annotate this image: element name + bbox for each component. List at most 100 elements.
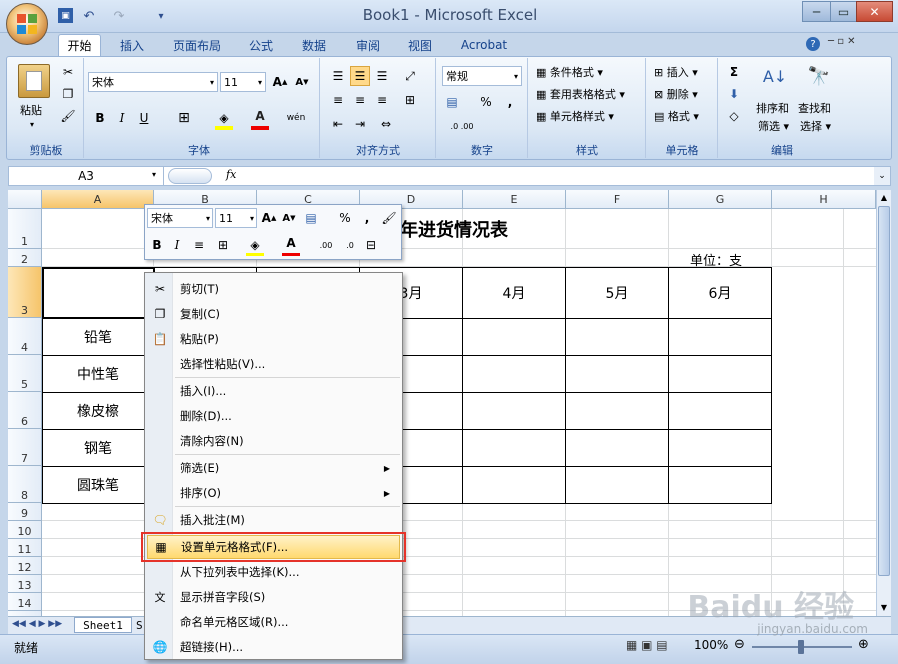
row-header-5[interactable]: 5 bbox=[8, 355, 42, 392]
row-header-1[interactable]: 1 bbox=[8, 209, 42, 249]
paste-icon[interactable] bbox=[18, 64, 50, 98]
autosum-button[interactable]: Σ bbox=[724, 62, 744, 82]
menu-item-sort[interactable]: 排序(O) ▶ bbox=[147, 481, 400, 505]
menu-item-filter[interactable]: 筛选(E) ▶ bbox=[147, 456, 400, 480]
align-bottom-icon[interactable]: ☰ bbox=[372, 66, 392, 86]
fill-color-icon[interactable]: ◈ bbox=[214, 108, 234, 128]
phonetic-icon[interactable]: wén bbox=[282, 108, 310, 128]
mini-border-icon[interactable]: ⊞ bbox=[213, 235, 233, 255]
row-header-10[interactable]: 10 bbox=[8, 521, 42, 539]
zoom-out-icon[interactable]: ⊖ bbox=[734, 637, 745, 652]
mini-accounting-icon[interactable]: ▤ bbox=[301, 208, 321, 228]
wrap-text-icon[interactable]: ⊞ bbox=[400, 90, 420, 110]
menu-item-insert[interactable]: 插入(I)... bbox=[147, 379, 400, 403]
conditional-format-button[interactable]: ▦ 条件格式 ▾ bbox=[536, 64, 603, 80]
mini-increase-decimal-icon[interactable]: .00 bbox=[315, 235, 337, 255]
zoom-slider-thumb[interactable] bbox=[798, 640, 804, 654]
mini-font-color-button[interactable]: A bbox=[281, 233, 301, 253]
align-right-icon[interactable]: ≡ bbox=[372, 90, 392, 110]
column-header-h[interactable]: H bbox=[772, 190, 876, 209]
scroll-down-icon[interactable]: ▼ bbox=[877, 600, 891, 614]
row-header-13[interactable]: 13 bbox=[8, 575, 42, 593]
font-color-button[interactable]: A bbox=[250, 106, 270, 126]
mini-grow-font-icon[interactable]: A ▲ bbox=[259, 208, 279, 228]
align-top-icon[interactable]: ☰ bbox=[328, 66, 348, 86]
tab-acrobat[interactable]: Acrobat bbox=[452, 34, 516, 56]
menu-item-pick-from-list[interactable]: 从下拉列表中选择(K)... bbox=[147, 560, 400, 584]
row-header-3[interactable]: 3 bbox=[8, 267, 42, 318]
insert-cells-button[interactable]: ⊞ 插入 ▾ bbox=[654, 64, 698, 80]
number-format-field[interactable]: 常规 ▾ bbox=[442, 66, 522, 86]
format-as-table-button[interactable]: ▦ 套用表格格式 ▾ bbox=[536, 86, 625, 102]
mini-align-center-icon[interactable]: ≡ bbox=[189, 235, 209, 255]
tab-home[interactable]: 开始 bbox=[58, 34, 101, 56]
minimize-button[interactable]: ─ bbox=[802, 1, 831, 22]
name-box[interactable]: A3 bbox=[9, 167, 164, 185]
row-header-14[interactable]: 14 bbox=[8, 593, 42, 611]
formula-slider[interactable] bbox=[168, 168, 212, 184]
scroll-thumb[interactable] bbox=[878, 206, 890, 576]
grow-font-icon[interactable]: A ▲ bbox=[270, 72, 290, 92]
merge-center-icon[interactable]: ⇔ bbox=[376, 114, 396, 134]
row-header-12[interactable]: 12 bbox=[8, 557, 42, 575]
row-header-11[interactable]: 11 bbox=[8, 539, 42, 557]
percent-button[interactable]: % bbox=[476, 92, 496, 112]
name-box-arrow-icon[interactable]: ▾ bbox=[152, 170, 156, 179]
underline-button[interactable]: U bbox=[134, 108, 154, 128]
font-size-field[interactable]: 11 ▾ bbox=[220, 72, 266, 92]
increase-indent-icon[interactable]: ⇥ bbox=[350, 114, 370, 134]
menu-item-cut[interactable]: ✂ 剪切(T) bbox=[147, 277, 400, 301]
expand-formula-icon[interactable]: ⌄ bbox=[874, 167, 890, 185]
accounting-format-icon[interactable]: ▤ bbox=[442, 92, 462, 112]
paste-arrow-icon[interactable]: ▾ bbox=[30, 120, 34, 129]
zoom-level[interactable]: 100% bbox=[694, 638, 728, 652]
redo-icon[interactable]: ↷ bbox=[110, 8, 128, 24]
select-all-corner[interactable] bbox=[8, 190, 42, 209]
undo-icon[interactable]: ↶ bbox=[80, 8, 98, 24]
mini-merge-icon[interactable]: ⊟ bbox=[361, 235, 381, 255]
font-name-field[interactable]: 宋体 ▾ bbox=[88, 72, 218, 92]
align-center-icon[interactable]: ≡ bbox=[350, 90, 370, 110]
mini-format-painter-icon[interactable]: 🖌 bbox=[379, 208, 399, 228]
scroll-up-icon[interactable]: ▲ bbox=[877, 190, 891, 204]
border-icon[interactable]: ⊞ bbox=[174, 108, 194, 128]
mini-fill-color-icon[interactable]: ◈ bbox=[245, 235, 265, 255]
menu-item-paste[interactable]: 📋 粘贴(P) bbox=[147, 327, 400, 351]
comma-button[interactable]: , bbox=[500, 92, 520, 112]
quick-access-menu-icon[interactable]: ▾ bbox=[152, 8, 170, 24]
menu-item-delete[interactable]: 删除(D)... bbox=[147, 404, 400, 428]
align-middle-icon[interactable]: ☰ bbox=[350, 66, 370, 86]
fill-icon[interactable]: ⬇ bbox=[724, 84, 744, 104]
menu-item-insert-comment[interactable]: 🗨 插入批注(M) bbox=[147, 508, 400, 532]
menu-item-define-name[interactable]: 命名单元格区域(R)... bbox=[147, 610, 400, 634]
restore-button[interactable]: ▭ bbox=[830, 1, 857, 22]
copy-icon[interactable]: ❐ bbox=[58, 84, 78, 104]
sort-filter-icon[interactable]: A↓ bbox=[760, 62, 790, 90]
row-header-8[interactable]: 8 bbox=[8, 466, 42, 503]
row-header-4[interactable]: 4 bbox=[8, 318, 42, 355]
mini-shrink-font-icon[interactable]: A ▼ bbox=[279, 208, 299, 228]
menu-item-show-phonetic[interactable]: 文显示拼音字段(S) bbox=[147, 585, 400, 609]
view-buttons-icon[interactable]: ▦ ▣ ▤ bbox=[626, 638, 668, 652]
mini-comma-button[interactable]: , bbox=[357, 208, 377, 228]
fx-icon[interactable]: fx bbox=[226, 168, 236, 181]
paste-button[interactable]: 粘贴 bbox=[20, 102, 42, 118]
tab-page-layout[interactable]: 页面布局 bbox=[164, 34, 230, 56]
mini-percent-button[interactable]: % bbox=[335, 208, 355, 228]
cut-icon[interactable]: ✂ bbox=[58, 62, 78, 82]
bold-button[interactable]: B bbox=[90, 108, 110, 128]
menu-item-paste-special[interactable]: 选择性粘贴(V)... bbox=[147, 352, 400, 376]
sheet-tab-sheet2[interactable]: S bbox=[136, 619, 143, 632]
save-icon[interactable]: ▣ bbox=[58, 8, 73, 23]
tab-insert[interactable]: 插入 bbox=[110, 34, 154, 56]
orientation-icon[interactable]: ⤢ bbox=[400, 66, 420, 86]
help-icon[interactable]: ? bbox=[806, 37, 820, 51]
tab-view[interactable]: 视图 bbox=[398, 34, 442, 56]
worksheet-grid[interactable]: A B C D E F G H 1 2 3 4 5 6 7 8 9 10 11 … bbox=[8, 190, 876, 616]
menu-item-clear-contents[interactable]: 清除内容(N) bbox=[147, 429, 400, 453]
tab-review[interactable]: 审阅 bbox=[346, 34, 390, 56]
vertical-scrollbar[interactable]: ▲ ▼ bbox=[876, 190, 891, 616]
cell-styles-button[interactable]: ▦ 单元格样式 ▾ bbox=[536, 108, 614, 124]
column-header-a[interactable]: A bbox=[42, 190, 154, 209]
clear-icon[interactable]: ◇ bbox=[724, 106, 744, 126]
